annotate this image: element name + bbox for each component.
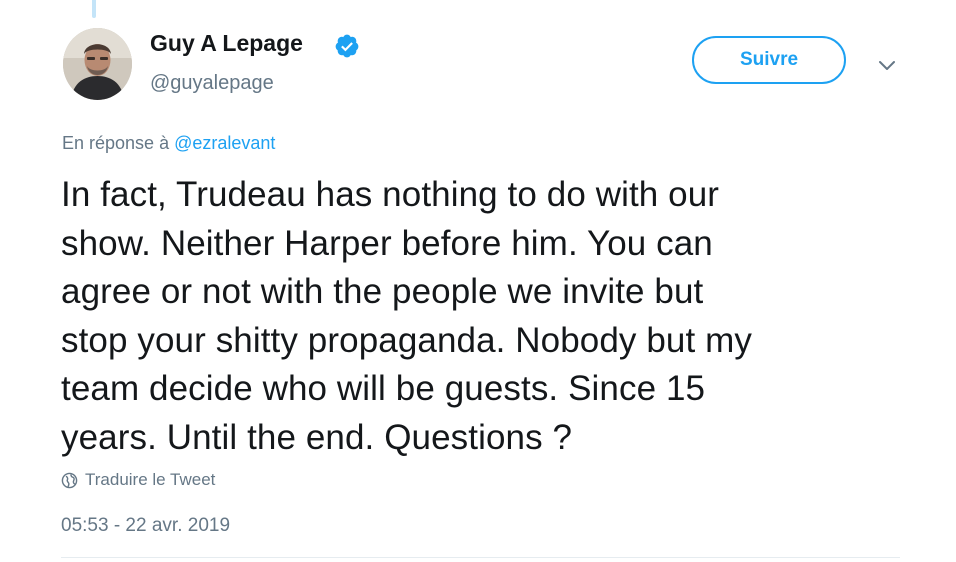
avatar[interactable]: [63, 28, 132, 100]
thread-connector-line: [92, 0, 96, 18]
follow-button[interactable]: Suivre: [692, 36, 846, 84]
tweet-text-line: In fact, Trudeau has nothing to do with …: [61, 175, 720, 214]
tweet-text-line: stop your shitty propaganda. Nobody but …: [61, 320, 752, 360]
author-display-name[interactable]: Guy A Lepage: [150, 30, 303, 57]
verified-badge-icon: [335, 34, 359, 58]
translate-tweet-button[interactable]: Traduire le Tweet: [61, 470, 215, 490]
globe-icon: [61, 472, 78, 488]
tweet-text-line: team decide who will be guests. Since 15: [61, 369, 706, 408]
divider: [61, 557, 900, 558]
tweet-text: In fact, Trudeau has nothing to do with …: [61, 171, 911, 462]
tweet-text-line: agree or not with the people we invite b…: [61, 272, 704, 311]
reply-mention-link[interactable]: @ezralevant: [174, 133, 275, 153]
tweet-timestamp[interactable]: 05:53 - 22 avr. 2019: [61, 515, 230, 537]
reply-context: En réponse à @ezralevant: [62, 133, 275, 154]
tweet-text-line: show. Neither Harper before him. You can: [61, 223, 713, 263]
reply-prefix: En réponse à: [62, 133, 170, 153]
tweet-text-line: years. Until the end. Questions ?: [61, 417, 573, 457]
chevron-down-icon[interactable]: [877, 58, 897, 72]
author-handle[interactable]: @guyalepage: [150, 72, 274, 95]
translate-tweet-label: Traduire le Tweet: [85, 470, 216, 489]
profile-photo-icon: [63, 28, 132, 100]
